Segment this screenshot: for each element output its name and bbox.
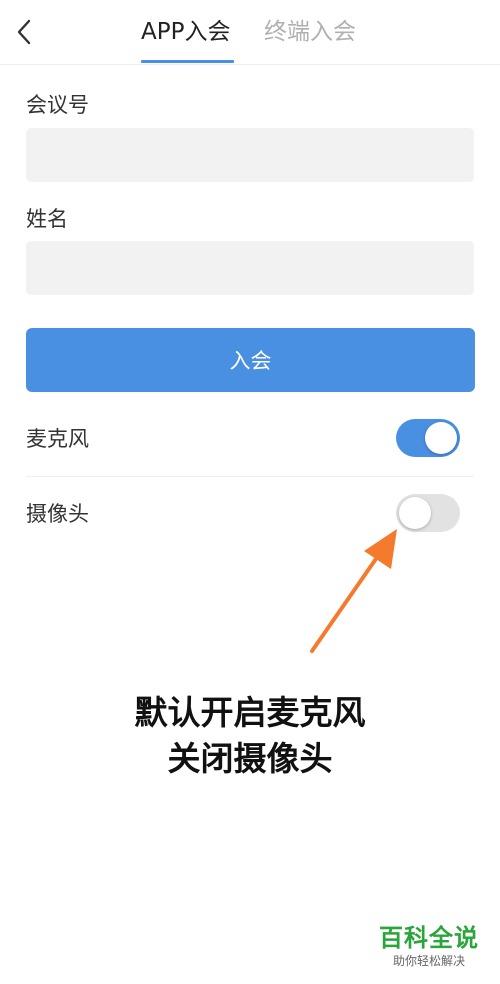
annotation-caption: 默认开启麦克风 关闭摄像头 <box>0 690 500 782</box>
watermark-logo: 百科全说 助你轻松解决 <box>374 923 484 969</box>
tab-app-join[interactable]: APP入会 <box>141 16 230 48</box>
watermark-subtitle: 助你轻松解决 <box>392 954 465 968</box>
watermark-title: 百科全说 <box>379 924 479 952</box>
settings-divider <box>26 476 474 477</box>
chevron-left-icon <box>17 19 31 45</box>
name-label: 姓名 <box>26 207 68 231</box>
name-input[interactable] <box>26 241 474 295</box>
meeting-id-input[interactable] <box>26 128 474 182</box>
active-tab-indicator <box>141 60 234 63</box>
meeting-id-label: 会议号 <box>26 93 89 117</box>
microphone-toggle[interactable] <box>396 419 460 457</box>
tab-terminal-join[interactable]: 终端入会 <box>264 16 356 48</box>
caption-line-2: 关闭摄像头 <box>167 739 333 778</box>
back-button[interactable] <box>8 14 40 50</box>
annotation-arrow-icon <box>310 529 397 653</box>
top-nav-bar: APP入会 终端入会 <box>0 0 500 65</box>
join-meeting-button[interactable]: 入会 <box>26 328 475 392</box>
camera-label: 摄像头 <box>26 502 89 526</box>
caption-line-1: 默认开启麦克风 <box>134 693 366 732</box>
microphone-toggle-knob <box>425 422 457 454</box>
microphone-label: 麦克风 <box>26 427 89 451</box>
